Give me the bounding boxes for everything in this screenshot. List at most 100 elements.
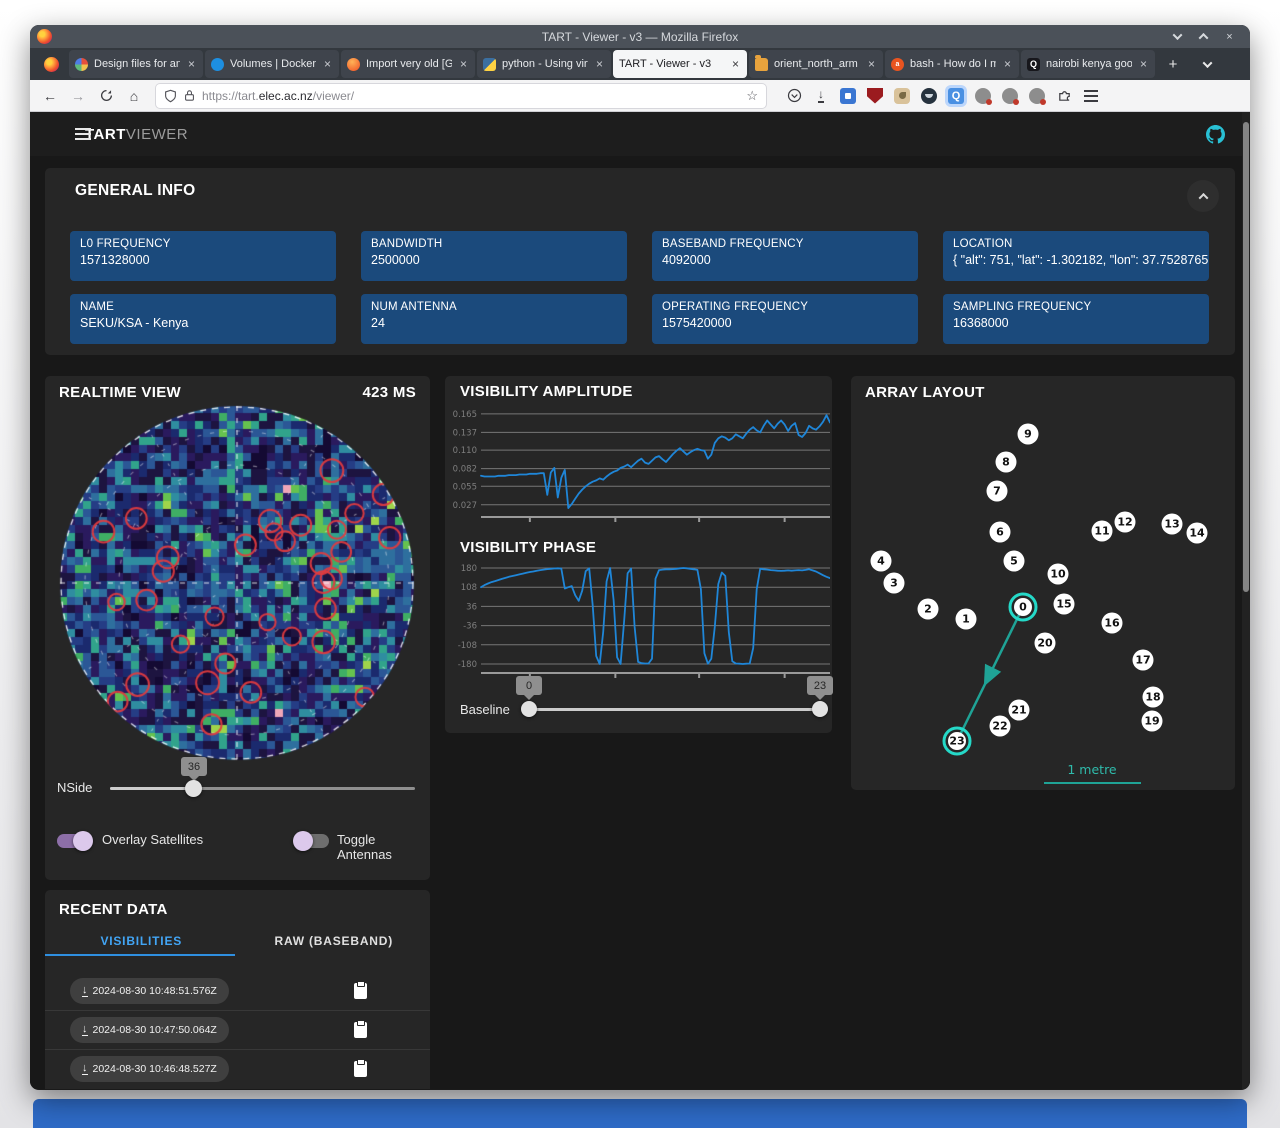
minimize-button[interactable]	[1171, 30, 1184, 43]
monkey-extension-icon-1[interactable]	[975, 88, 991, 104]
antenna-0[interactable]: 0	[1014, 598, 1032, 616]
home-button[interactable]: ⌂	[122, 84, 146, 108]
browser-tab-5[interactable]: TART - Viewer - v3 ×	[613, 50, 747, 78]
download-icon: ↓	[82, 1063, 88, 1075]
antenna-14[interactable]: 14	[1187, 523, 1208, 544]
svg-text:5: 5	[1010, 555, 1018, 568]
tab-close-icon[interactable]: ×	[322, 57, 333, 71]
antenna-11[interactable]: 11	[1092, 521, 1113, 542]
toggle-antennas-toggle[interactable]	[295, 834, 329, 848]
qwant-icon[interactable]: Q	[948, 88, 964, 104]
monkey-extension-icon-2[interactable]	[1002, 88, 1018, 104]
antenna-13[interactable]: 13	[1162, 514, 1183, 535]
download-data-button[interactable]: ↓2024-08-30 10:47:50.064Z	[70, 1017, 229, 1043]
password-manager-icon[interactable]	[840, 88, 856, 104]
antenna-8[interactable]: 8	[996, 452, 1017, 473]
window-titlebar[interactable]: TART - Viewer - v3 — Mozilla Firefox ×	[30, 25, 1250, 48]
antenna-5[interactable]: 5	[1004, 551, 1025, 572]
svg-text:8: 8	[1002, 456, 1010, 469]
page-scrollbar[interactable]	[1242, 112, 1250, 1089]
download-data-button[interactable]: ↓2024-08-30 10:46:48.527Z	[70, 1056, 229, 1082]
navigation-toolbar: ← → ⌂ https://tart.elec.ac.nz/viewer/ ☆ …	[30, 80, 1250, 112]
antenna-21[interactable]: 21	[1009, 700, 1030, 721]
antenna-17[interactable]: 17	[1133, 650, 1154, 671]
browser-tab-2[interactable]: Volumes | Docker D ×	[205, 50, 339, 78]
tab-close-icon[interactable]: ×	[866, 57, 877, 71]
privacy-badger-icon[interactable]	[921, 88, 937, 104]
page-scrollbar-thumb[interactable]	[1243, 122, 1249, 592]
back-button[interactable]: ←	[38, 84, 62, 108]
firefox-view-button[interactable]	[36, 50, 66, 78]
svg-text:2: 2	[924, 603, 932, 616]
antenna-22[interactable]: 22	[990, 716, 1011, 737]
url-bar[interactable]: https://tart.elec.ac.nz/viewer/ ☆	[156, 84, 766, 108]
antenna-1[interactable]: 1	[956, 609, 977, 630]
pocket-icon[interactable]	[786, 88, 802, 104]
app-menu-button[interactable]	[75, 133, 91, 135]
shield-icon[interactable]	[164, 89, 177, 103]
antenna-18[interactable]: 18	[1143, 687, 1164, 708]
tab-label: Volumes | Docker D	[230, 58, 316, 70]
baseline-slider-thumb-max[interactable]	[812, 701, 828, 717]
antenna-20[interactable]: 20	[1035, 633, 1056, 654]
tab-close-icon[interactable]: ×	[1002, 57, 1013, 71]
svg-text:0.165: 0.165	[453, 410, 477, 420]
tab-label: TART - Viewer - v3	[619, 58, 724, 70]
info-card: BANDWIDTH2500000	[361, 231, 627, 281]
browser-tab-8[interactable]: Qnairobi kenya googl×	[1021, 50, 1155, 78]
antenna-4[interactable]: 4	[871, 551, 892, 572]
list-tabs-button[interactable]	[1192, 50, 1222, 78]
antenna-array-map[interactable]: 012345678910111213141516171819202122231 …	[851, 376, 1235, 790]
antenna-6[interactable]: 6	[990, 522, 1011, 543]
baseline-slider-thumb-min[interactable]	[521, 701, 537, 717]
synthesized-sky-image[interactable]	[59, 405, 415, 761]
browser-tab-6[interactable]: orient_north_arm×	[749, 50, 883, 78]
tab-close-icon[interactable]: ×	[594, 57, 605, 71]
clearurls-icon[interactable]	[894, 88, 910, 104]
app-menu-icon[interactable]	[1083, 88, 1099, 104]
bookmark-star-icon[interactable]: ☆	[746, 88, 758, 104]
copy-to-clipboard-button[interactable]	[345, 1054, 375, 1084]
antenna-9[interactable]: 9	[1018, 424, 1039, 445]
forward-button[interactable]: →	[66, 84, 90, 108]
tab-raw-baseband[interactable]: RAW (BASEBAND)	[238, 926, 431, 958]
collapse-button[interactable]	[1187, 180, 1219, 212]
new-tab-button[interactable]: +	[1158, 50, 1188, 78]
maximize-button[interactable]	[1197, 30, 1210, 43]
lock-icon[interactable]	[184, 89, 195, 102]
svg-text:11: 11	[1094, 525, 1109, 538]
downloads-icon[interactable]: ↓	[813, 88, 829, 104]
baseline-slider-track[interactable]	[529, 708, 820, 711]
browser-tab-4[interactable]: python - Using virtu×	[477, 50, 611, 78]
tab-close-icon[interactable]: ×	[1138, 57, 1149, 71]
copy-to-clipboard-button[interactable]	[345, 976, 375, 1006]
tab-close-icon[interactable]: ×	[186, 57, 197, 71]
download-data-button[interactable]: ↓2024-08-30 10:48:51.576Z	[70, 978, 229, 1004]
overlay-satellites-toggle[interactable]	[57, 834, 91, 848]
browser-tab-1[interactable]: Design files for an u×	[69, 50, 203, 78]
baseline-min-tooltip: 0	[516, 676, 542, 695]
antenna-23[interactable]: 23	[948, 732, 966, 750]
nside-slider-thumb[interactable]	[185, 780, 202, 797]
antenna-16[interactable]: 16	[1102, 613, 1123, 634]
antenna-19[interactable]: 19	[1142, 711, 1163, 732]
antenna-15[interactable]: 15	[1054, 594, 1075, 615]
monkey-extension-icon-3[interactable]	[1029, 88, 1045, 104]
tab-close-icon[interactable]: ×	[458, 57, 469, 71]
antenna-3[interactable]: 3	[884, 573, 905, 594]
copy-to-clipboard-button[interactable]	[345, 1015, 375, 1045]
browser-tab-3[interactable]: Import very old [Gra×	[341, 50, 475, 78]
download-icon: ↓	[82, 985, 88, 997]
ublock-origin-icon[interactable]	[867, 88, 883, 104]
antenna-10[interactable]: 10	[1048, 564, 1069, 585]
reload-button[interactable]	[94, 84, 118, 108]
url-text[interactable]: https://tart.elec.ac.nz/viewer/	[202, 89, 739, 103]
antenna-2[interactable]: 2	[918, 599, 939, 620]
antenna-7[interactable]: 7	[987, 481, 1008, 502]
github-icon[interactable]	[1206, 125, 1225, 144]
tab-close-icon[interactable]: ×	[730, 57, 741, 71]
close-button[interactable]: ×	[1223, 30, 1236, 43]
extensions-puzzle-icon[interactable]	[1056, 88, 1072, 104]
browser-tab-7[interactable]: abash - How do I mo×	[885, 50, 1019, 78]
antenna-12[interactable]: 12	[1115, 512, 1136, 533]
